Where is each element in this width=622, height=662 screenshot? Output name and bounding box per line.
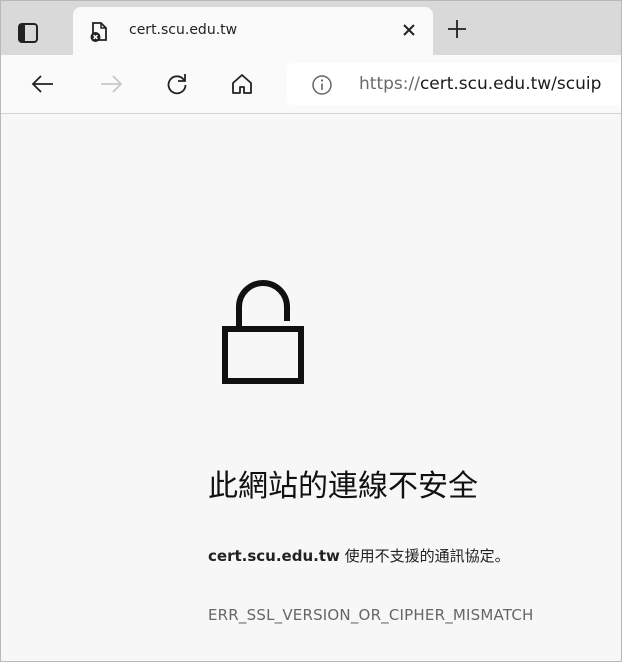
refresh-icon[interactable] xyxy=(165,72,189,96)
page-error-icon xyxy=(89,21,109,43)
close-icon[interactable] xyxy=(399,20,419,40)
url-scheme: https:// xyxy=(359,74,420,94)
tab-active[interactable]: cert.scu.edu.tw xyxy=(73,7,433,55)
error-message: cert.scu.edu.tw 使用不支援的通訊協定。 xyxy=(208,545,510,566)
url-host-path: cert.scu.edu.tw/scuip xyxy=(419,74,602,94)
unlocked-padlock-icon xyxy=(221,277,305,385)
address-bar[interactable]: https://cert.scu.edu.tw/scuip xyxy=(287,63,621,105)
address-url: https://cert.scu.edu.tw/scuip xyxy=(359,74,601,94)
tab-title: cert.scu.edu.tw xyxy=(129,22,238,38)
back-arrow-icon[interactable] xyxy=(31,72,55,96)
home-icon[interactable] xyxy=(230,72,254,96)
browser-window: cert.scu.edu.tw https://cert.scu.edu.tw/… xyxy=(0,0,622,662)
error-description: 使用不支援的通訊協定。 xyxy=(339,547,510,565)
page-title: 此網站的連線不安全 xyxy=(208,469,478,504)
error-code: ERR_SSL_VERSION_OR_CIPHER_MISMATCH xyxy=(208,606,534,624)
tab-strip: cert.scu.edu.tw xyxy=(1,1,621,55)
info-icon[interactable] xyxy=(311,74,333,96)
navigation-bar: https://cert.scu.edu.tw/scuip xyxy=(1,55,621,114)
tab-actions-icon[interactable] xyxy=(15,20,41,46)
site-domain: cert.scu.edu.tw xyxy=(208,547,340,565)
plus-icon[interactable] xyxy=(445,17,469,41)
forward-arrow-icon[interactable] xyxy=(99,72,123,96)
